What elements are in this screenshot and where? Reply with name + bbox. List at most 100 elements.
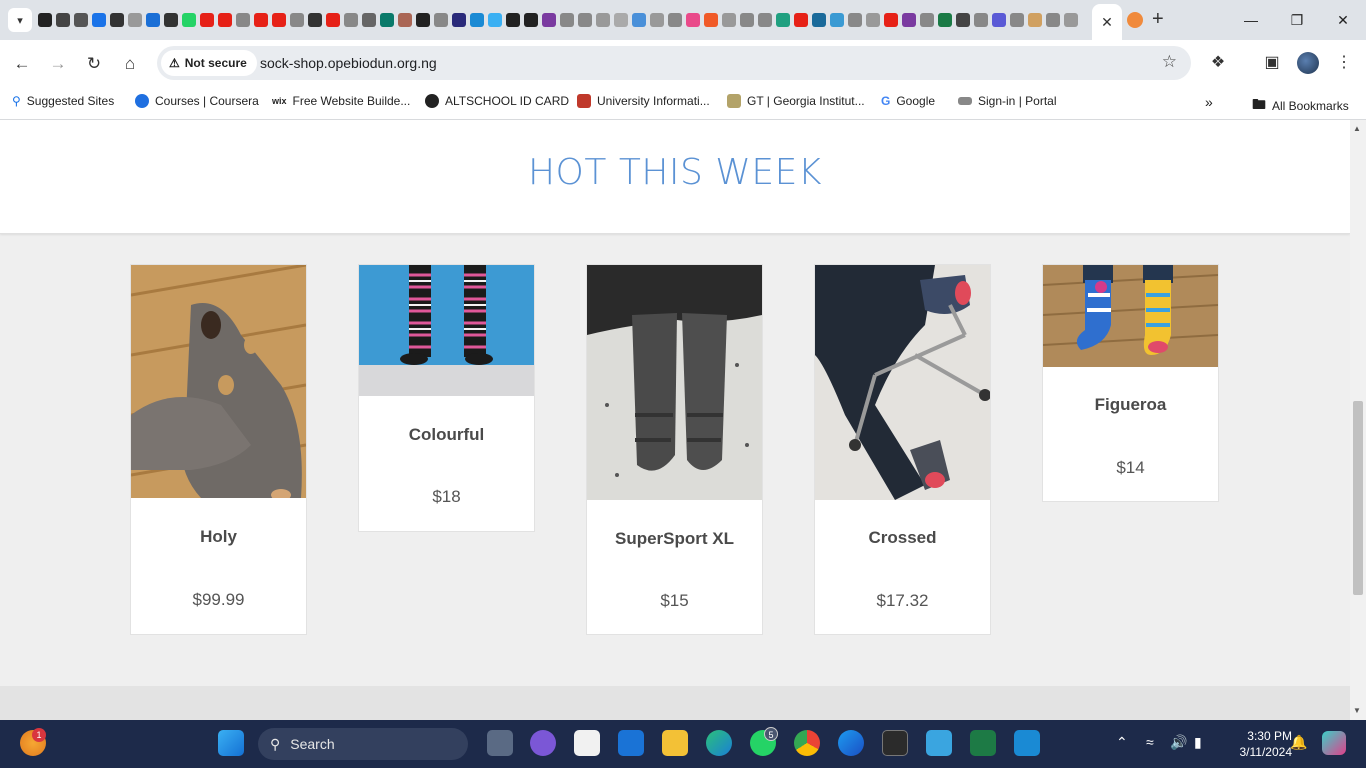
pinned-tab-favicon[interactable] [614,13,628,27]
back-icon[interactable]: ← [10,52,34,76]
product-image[interactable] [587,265,762,500]
more-bookmarks-icon[interactable]: » [1205,94,1213,110]
url-text[interactable]: sock-shop.opebiodun.org.ng [260,55,437,71]
vscode-icon[interactable] [1014,730,1040,756]
product-name[interactable]: Colourful [359,425,534,445]
pinned-tab-favicon[interactable] [776,13,790,27]
bookmark-coursera[interactable]: Courses | Coursera [135,94,259,108]
pinned-tab-favicon[interactable] [974,13,988,27]
pinned-tab-favicon[interactable] [560,13,574,27]
pinned-tab-favicon[interactable] [704,13,718,27]
pinned-tab-favicon[interactable] [758,13,772,27]
tab-favicon[interactable] [1127,12,1143,28]
bookmark-suggested-sites[interactable]: ⚲ Suggested Sites [12,94,114,108]
file-explorer-icon[interactable] [662,730,688,756]
terminal-icon[interactable] [882,730,908,756]
pinned-tab-favicon[interactable] [308,13,322,27]
edge-icon[interactable] [706,730,732,756]
pinned-tab-favicon[interactable] [884,13,898,27]
pinned-tab-favicon[interactable] [920,13,934,27]
pinned-tab-favicon[interactable] [1064,13,1078,27]
tab-search-button[interactable]: ▾ [8,8,32,32]
pinned-tab-favicon[interactable] [650,13,664,27]
product-image[interactable] [815,265,990,500]
bookmark-portal[interactable]: Sign-in | Portal [958,94,1057,108]
pinned-tab-favicon[interactable] [218,13,232,27]
product-name[interactable]: SuperSport XL [587,529,762,549]
pinned-tab-favicon[interactable] [1028,13,1042,27]
wifi-icon[interactable]: ≈ [1146,734,1154,750]
bookmark-altschool[interactable]: ALTSCHOOL ID CARD [425,94,569,108]
pinned-tab-favicon[interactable] [794,13,808,27]
scroll-thumb[interactable] [1353,401,1363,595]
bookmark-wix[interactable]: wix Free Website Builde... [272,94,410,108]
pinned-tab-favicon[interactable] [362,13,376,27]
pinned-tab-favicon[interactable] [128,13,142,27]
pinned-tab-favicon[interactable] [92,13,106,27]
pinned-tab-favicon[interactable] [326,13,340,27]
product-card-colourful[interactable]: Colourful $18 [358,264,535,532]
pinned-tab-favicon[interactable] [668,13,682,27]
pinned-tab-favicon[interactable] [344,13,358,27]
pinned-tab-favicon[interactable] [686,13,700,27]
volume-icon[interactable]: 🔊 [1170,734,1187,751]
start-icon[interactable] [218,730,244,756]
pinned-tab-favicon[interactable] [542,13,556,27]
pinned-tab-favicon[interactable] [488,13,502,27]
system-clock[interactable]: 3:30 PM 3/11/2024 [1222,728,1293,760]
pinned-tab-favicon[interactable] [1010,13,1024,27]
pinned-tab-favicon[interactable] [146,13,160,27]
product-card-figueroa[interactable]: Figueroa $14 [1042,264,1219,502]
store-icon[interactable] [574,730,600,756]
scroll-down-icon[interactable]: ▼ [1353,706,1361,715]
pinned-tab-favicon[interactable] [290,13,304,27]
pinned-tab-favicon[interactable] [110,13,124,27]
outlook-icon[interactable] [618,730,644,756]
extensions-icon[interactable]: ❖ [1207,52,1229,72]
pinned-tab-favicon[interactable] [506,13,520,27]
pinned-tab-favicon[interactable] [452,13,466,27]
forward-icon[interactable]: → [46,52,70,76]
pinned-tab-favicon[interactable] [398,13,412,27]
home-icon[interactable]: ⌂ [118,52,142,76]
pinned-tab-favicon[interactable] [938,13,952,27]
pinned-tab-favicon[interactable] [902,13,916,27]
pinned-tab-favicon[interactable] [380,13,394,27]
new-tab-button[interactable]: + [1152,9,1164,29]
firefox-icon[interactable] [838,730,864,756]
pinned-tab-favicon[interactable] [992,13,1006,27]
minimize-button[interactable]: — [1228,8,1274,32]
excel-icon[interactable] [970,730,996,756]
pinned-tab-favicon[interactable] [200,13,214,27]
product-card-holy[interactable]: Holy $99.99 [130,264,307,635]
bookmark-star-icon[interactable]: ☆ [1162,52,1177,72]
notepad-icon[interactable] [926,730,952,756]
security-chip[interactable]: ⚠ Not secure [161,50,257,76]
product-image[interactable] [131,265,306,498]
pinned-tab-favicon[interactable] [830,13,844,27]
product-name[interactable]: Crossed [815,528,990,548]
tray-overflow-icon[interactable]: ⌃ [1116,734,1128,751]
pinned-tab-favicon[interactable] [866,13,880,27]
bookmark-google[interactable]: G Google [881,94,935,108]
pinned-tab-favicon[interactable] [56,13,70,27]
taskbar-search[interactable]: ⚲ Search [258,728,468,760]
pinned-tab-favicon[interactable] [1046,13,1060,27]
all-bookmarks-button[interactable]: 🖿 All Bookmarks [1252,94,1349,118]
bookmark-georgia-tech[interactable]: GT | Georgia Institut... [727,94,865,108]
product-name[interactable]: Figueroa [1043,395,1218,415]
pinned-tab-favicon[interactable] [236,13,250,27]
pinned-tab-favicon[interactable] [164,13,178,27]
pinned-tab-favicon[interactable] [182,13,196,27]
bookmark-university[interactable]: University Informati... [577,94,710,108]
product-card-supersport-xl[interactable]: SuperSport XL $15 [586,264,763,635]
battery-icon[interactable]: ▮ [1194,734,1202,751]
notification-bell-icon[interactable]: 🔔 [1290,734,1307,751]
side-panel-icon[interactable]: ▣ [1261,52,1283,72]
pinned-tab-favicon[interactable] [632,13,646,27]
task-view-icon[interactable] [487,730,513,756]
pinned-tab-favicon[interactable] [524,13,538,27]
copilot-icon[interactable] [1322,731,1346,755]
menu-icon[interactable]: ⋮ [1333,52,1355,72]
pinned-tab-favicon[interactable] [722,13,736,27]
